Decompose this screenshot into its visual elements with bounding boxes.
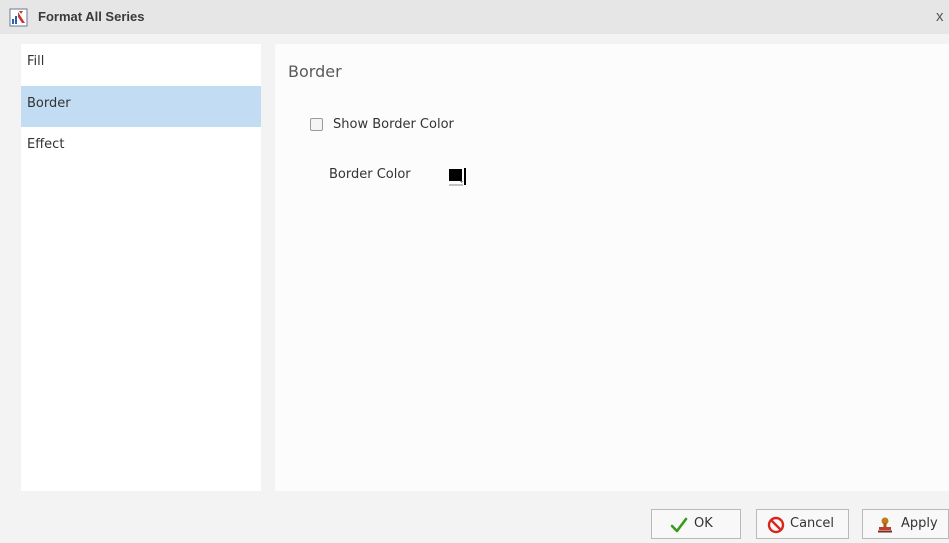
nav-item-label: Border	[27, 96, 71, 111]
border-color-picker[interactable]	[447, 166, 473, 188]
cancel-icon	[767, 516, 785, 534]
cancel-label: Cancel	[790, 516, 835, 531]
nav-item-border[interactable]: Border	[21, 86, 261, 127]
dialog-title: Format All Series	[38, 9, 145, 24]
border-settings-panel: Border Show Border Color Border Color	[275, 44, 949, 491]
close-icon[interactable]: x	[936, 8, 949, 26]
dialog-title-bar: Format All Series x	[0, 0, 949, 34]
category-list: Fill Border Effect	[21, 44, 261, 491]
cancel-button[interactable]: Cancel	[756, 509, 849, 539]
apply-label: Apply	[901, 516, 938, 531]
show-border-color-label[interactable]: Show Border Color	[333, 117, 454, 132]
section-title: Border	[288, 62, 342, 81]
apply-button[interactable]: Apply	[862, 509, 949, 539]
nav-item-fill[interactable]: Fill	[21, 44, 261, 85]
border-color-label: Border Color	[329, 167, 411, 182]
ok-label: OK	[694, 516, 713, 531]
checkmark-icon	[670, 516, 688, 534]
chart-format-icon	[9, 8, 28, 27]
dialog-body: Fill Border Effect Border Show Border Co…	[0, 34, 949, 543]
apply-stamp-icon	[876, 516, 894, 534]
ok-button[interactable]: OK	[651, 509, 741, 539]
nav-item-label: Fill	[27, 54, 45, 69]
nav-item-label: Effect	[27, 137, 65, 152]
nav-item-effect[interactable]: Effect	[21, 127, 261, 168]
show-border-color-checkbox[interactable]	[310, 118, 323, 131]
